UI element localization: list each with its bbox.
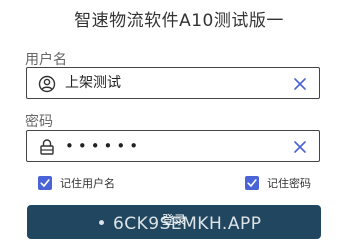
remember-username-checkbox[interactable]: [38, 176, 52, 190]
username-label: 用户名: [25, 52, 67, 68]
username-value[interactable]: 上架测试: [65, 68, 121, 98]
password-clear-icon[interactable]: [293, 139, 307, 153]
remember-username-option[interactable]: 记住用户名: [38, 175, 115, 191]
username-field[interactable]: 上架测试: [26, 67, 320, 99]
password-label: 密码: [25, 114, 53, 130]
remember-password-option[interactable]: 记住密码: [245, 175, 311, 191]
password-value[interactable]: ••••••: [65, 131, 142, 161]
remember-username-label: 记住用户名: [60, 177, 115, 190]
username-clear-icon[interactable]: [293, 76, 307, 90]
lock-icon: [38, 138, 56, 156]
remember-password-label: 记住密码: [267, 177, 311, 190]
app-title: 智速物流软件A10测试版一: [74, 11, 284, 31]
remember-password-checkbox[interactable]: [245, 176, 259, 190]
user-circle-icon: [38, 75, 56, 93]
password-field[interactable]: ••••••: [26, 130, 320, 162]
login-button[interactable]: 登录: [27, 205, 321, 239]
